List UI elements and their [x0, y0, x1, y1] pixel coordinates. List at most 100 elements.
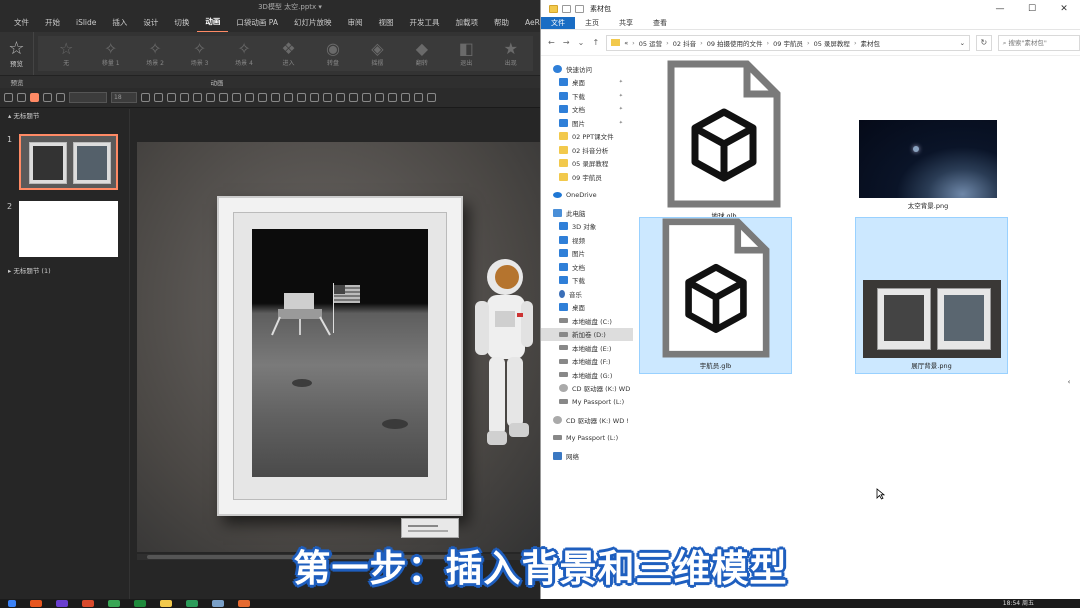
app-icon[interactable] [30, 600, 42, 607]
preview-button[interactable]: ☆ 预览 [0, 32, 34, 75]
fill-icon[interactable] [154, 93, 163, 102]
nav-item[interactable]: 09 宇航员 [541, 170, 633, 184]
pin-icon[interactable]: ✦ [619, 106, 623, 112]
section-header-2[interactable]: ▸ 无标题节 (1) [0, 264, 51, 278]
pin-icon[interactable]: ✦ [619, 93, 623, 99]
nav-item[interactable]: 桌面 ✦ [541, 76, 633, 90]
animation-option[interactable]: ◧ 退出 [444, 40, 488, 68]
rotate-icon[interactable] [401, 93, 410, 102]
breadcrumb-item[interactable]: 05 录屏教程 [814, 38, 850, 48]
redo-icon[interactable] [17, 93, 26, 102]
breadcrumb-separator-icon[interactable]: › [700, 39, 703, 47]
nav-item[interactable]: 图片 ✦ [541, 116, 633, 130]
menu-tab[interactable]: 文件 [6, 14, 37, 32]
nav-item[interactable]: 02 PPT课文件 [541, 130, 633, 144]
animation-option[interactable]: ✧ 场景 2 [133, 40, 177, 68]
menu-tab[interactable]: iSlide [68, 14, 104, 32]
file-tile-earth-glb[interactable]: 地球.glb [653, 60, 795, 220]
breadcrumb-separator-icon[interactable]: › [632, 39, 635, 47]
animation-option[interactable]: ◈ 摇摆 [355, 40, 399, 68]
chevron-left-icon[interactable]: ‹ [1065, 374, 1073, 390]
file-explorer-taskbar-icon[interactable] [160, 600, 172, 607]
distribute-h-icon[interactable] [258, 93, 267, 102]
align-bottom-icon[interactable] [245, 93, 254, 102]
forward-arrow-icon[interactable]: → [562, 38, 571, 47]
slide-thumbnail-2[interactable] [19, 201, 118, 257]
nav-item[interactable]: OneDrive [541, 188, 633, 202]
animation-option[interactable]: ◉ 转盘 [311, 40, 355, 68]
nav-item[interactable]: 3D 对象 [541, 220, 633, 234]
app-icon[interactable] [56, 600, 68, 607]
nav-item[interactable]: 02 抖音分析 [541, 143, 633, 157]
app-icon[interactable] [212, 600, 224, 607]
nav-item[interactable]: CD 驱动器 (K:) WD ! [541, 413, 633, 427]
breadcrumb-item[interactable]: 素材包 [861, 38, 881, 48]
app-icon[interactable] [82, 600, 94, 607]
nav-item[interactable]: My Passport (L:) [541, 395, 633, 409]
app-icon[interactable] [108, 600, 120, 607]
nav-item[interactable]: 本地磁盘 (F:) [541, 355, 633, 369]
search-input[interactable]: ⌕ 搜索"素材包" [997, 34, 1080, 51]
menu-tab[interactable]: 开始 [37, 14, 68, 32]
app-icon[interactable] [238, 600, 250, 607]
nav-item[interactable]: 下载 ✦ [541, 89, 633, 103]
eyedropper-icon[interactable] [375, 93, 384, 102]
breadcrumb-separator-icon[interactable]: › [767, 39, 770, 47]
merge-fragment-icon[interactable] [336, 93, 345, 102]
align-right-icon[interactable] [206, 93, 215, 102]
breadcrumb-separator-icon[interactable]: › [666, 39, 669, 47]
menu-tab[interactable]: 动画 [197, 14, 229, 32]
animation-option[interactable]: ❖ 进入 [266, 40, 310, 68]
ungroup-icon[interactable] [297, 93, 306, 102]
nav-item[interactable]: 视频 [541, 233, 633, 247]
explorer-ribbon-tab[interactable]: 共享 [609, 17, 643, 29]
brush-icon[interactable] [414, 93, 423, 102]
menu-tab[interactable]: AeRender [517, 14, 540, 32]
align-left-icon[interactable] [180, 93, 189, 102]
menu-tab[interactable]: 开发工具 [401, 14, 447, 32]
nav-item[interactable]: 音乐 [541, 287, 633, 301]
layout-icon[interactable] [30, 93, 39, 102]
address-dropdown-icon[interactable]: ⌄ [960, 39, 969, 47]
pin-icon[interactable]: ✦ [619, 120, 623, 126]
menu-tab[interactable]: 帮助 [486, 14, 517, 32]
font-name-field[interactable] [69, 92, 107, 103]
menu-tab[interactable]: 视图 [370, 14, 401, 32]
merge-intersect-icon[interactable] [349, 93, 358, 102]
astronaut-3d-model[interactable] [473, 255, 540, 465]
align-top-icon[interactable] [219, 93, 228, 102]
group-icon[interactable] [284, 93, 293, 102]
nav-item[interactable]: 下载 [541, 274, 633, 288]
breadcrumb-item[interactable]: 09 拍摄使用的文件 [707, 38, 763, 48]
nav-item[interactable]: 05 录屏教程 [541, 157, 633, 171]
more-icon[interactable] [427, 93, 436, 102]
nav-item[interactable]: CD 驱动器 (K:) WD [541, 382, 633, 396]
distribute-v-icon[interactable] [271, 93, 280, 102]
animation-option[interactable]: ☆ 无 [44, 40, 88, 68]
format-painter-icon[interactable] [56, 93, 65, 102]
explorer-ribbon-tab[interactable]: 主页 [575, 17, 609, 29]
explorer-ribbon-tab[interactable]: 文件 [541, 17, 575, 29]
properties-icon[interactable] [562, 4, 571, 13]
animation-option[interactable]: ✧ 场景 4 [222, 40, 266, 68]
file-tile-astronaut-glb[interactable]: 宇航员.glb [639, 217, 792, 374]
outline-icon[interactable] [388, 93, 397, 102]
menu-tab[interactable]: 幻灯片放映 [286, 14, 340, 32]
menu-tab[interactable]: 设计 [135, 14, 166, 32]
breadcrumb-item[interactable]: 02 抖音 [673, 38, 696, 48]
pen-icon[interactable] [141, 93, 150, 102]
picture-frame[interactable] [217, 196, 463, 516]
nav-item[interactable]: 文档 ✦ [541, 103, 633, 117]
animation-option[interactable]: ✧ 移量 1 [88, 40, 132, 68]
nav-item[interactable]: 快速访问 [541, 62, 633, 76]
breadcrumb-separator-icon[interactable]: › [807, 39, 810, 47]
nav-item[interactable]: My Passport (L:) [541, 431, 633, 445]
nav-item[interactable]: 本地磁盘 (G:) [541, 368, 633, 382]
animation-option[interactable]: ◆ 翻转 [400, 40, 444, 68]
nav-item[interactable]: 图片 [541, 247, 633, 261]
refresh-icon[interactable]: ↻ [976, 34, 992, 51]
breadcrumb-separator-icon[interactable]: › [854, 39, 857, 47]
merge-union-icon[interactable] [310, 93, 319, 102]
nav-item[interactable]: 桌面 [541, 301, 633, 315]
nav-item[interactable]: 此电脑 [541, 206, 633, 220]
